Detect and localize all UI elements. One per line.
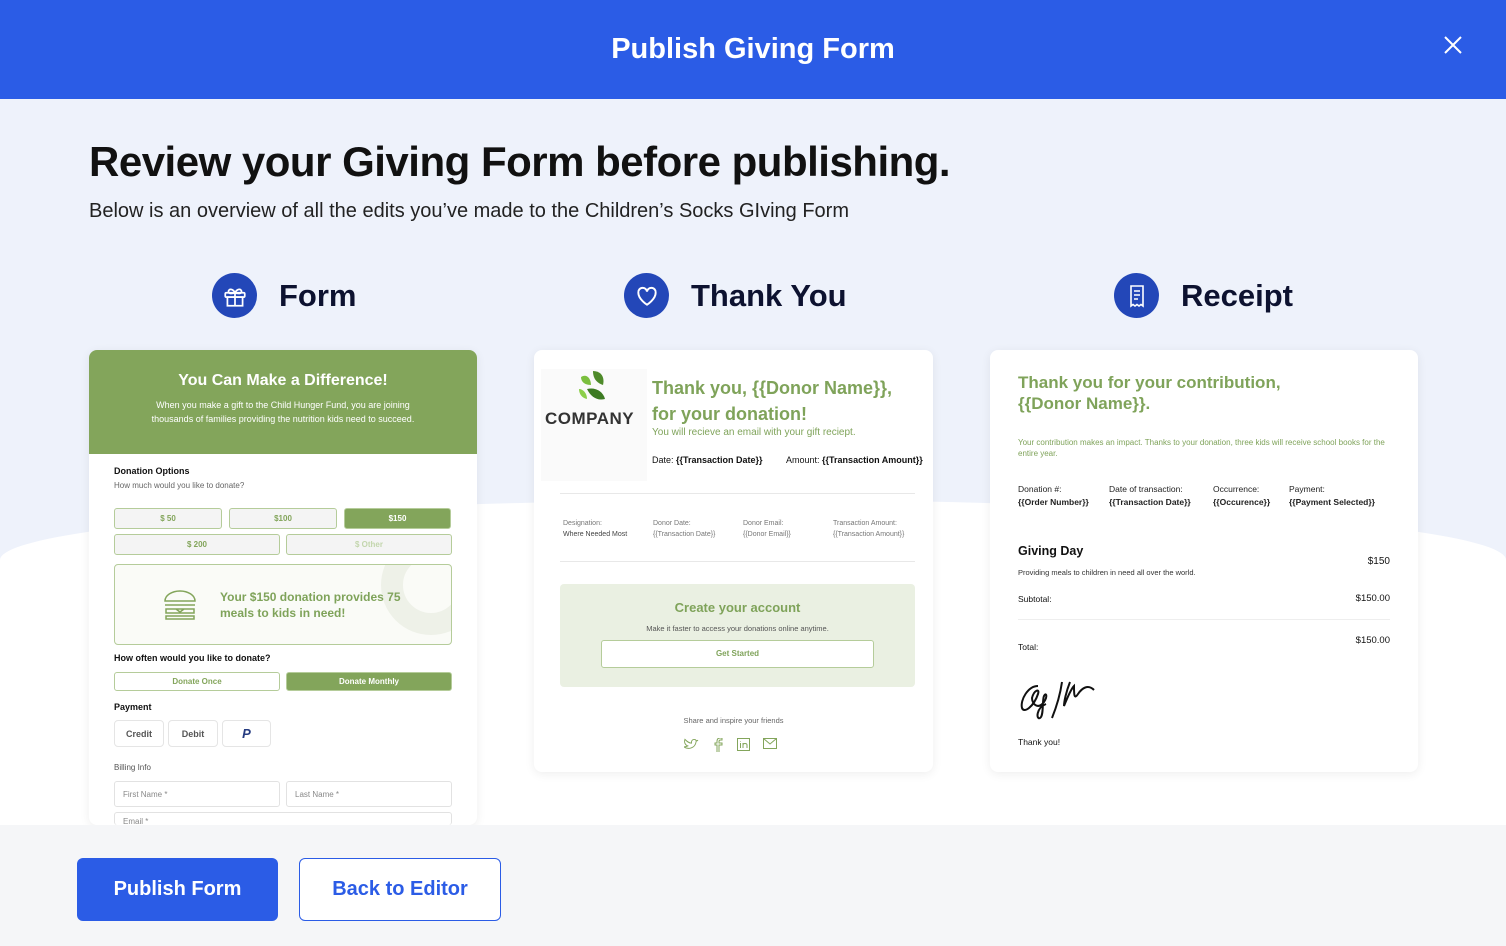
twitter-icon[interactable] xyxy=(684,738,699,752)
section-label: Receipt xyxy=(1181,277,1293,313)
form-preview-card: You Can Make a Difference! When you make… xyxy=(89,350,477,825)
close-icon[interactable] xyxy=(1442,34,1464,56)
social-icons xyxy=(684,738,777,752)
form-banner: You Can Make a Difference! When you make… xyxy=(89,350,477,454)
item-title: Giving Day xyxy=(1018,544,1084,558)
section-label: Thank You xyxy=(691,277,847,313)
get-started-button[interactable]: Get Started xyxy=(601,640,874,668)
total-value: $150.00 xyxy=(1355,635,1390,646)
form-intro: thousands of families providing the nutr… xyxy=(151,414,415,424)
receipt-icon xyxy=(1114,273,1159,318)
impact-box: Your $150 donation provides 75 meals to … xyxy=(114,564,452,645)
transaction-date: Date: {{Transaction Date}} xyxy=(652,455,763,465)
linkedin-icon[interactable] xyxy=(737,738,750,751)
receipt-preview-card: Thank you for your contribution, {{Donor … xyxy=(990,350,1418,772)
section-receipt: Receipt xyxy=(1114,273,1293,318)
logo-text: COMPANY xyxy=(545,409,635,428)
back-to-editor-button[interactable]: Back to Editor xyxy=(299,858,501,921)
paypal-button[interactable]: P xyxy=(222,720,271,747)
donation-question: How much would you like to donate? xyxy=(114,481,245,490)
total-label: Total: xyxy=(1018,642,1039,652)
section-label: Form xyxy=(279,277,357,313)
form-intro: When you make a gift to the Child Hunger… xyxy=(156,400,410,410)
page-title: Review your Giving Form before publishin… xyxy=(89,138,951,185)
facebook-icon[interactable] xyxy=(712,738,724,752)
account-title: Create your account xyxy=(674,600,801,615)
modal-header: Publish Giving Form xyxy=(0,0,1506,99)
donate-monthly-button[interactable]: Donate Monthly xyxy=(286,672,452,691)
heart-icon xyxy=(624,273,669,318)
amount-200[interactable]: $ 200 xyxy=(114,534,280,555)
section-thank-you: Thank You xyxy=(624,273,847,318)
burger-icon xyxy=(164,590,196,620)
debit-button[interactable]: Debit xyxy=(168,720,218,747)
amount-100[interactable]: $100 xyxy=(229,508,337,529)
publish-form-button[interactable]: Publish Form xyxy=(77,858,278,921)
form-headline: You Can Make a Difference! xyxy=(178,372,388,389)
frequency-question: How often would you like to donate? xyxy=(114,653,271,663)
first-name-input[interactable]: First Name * xyxy=(114,781,280,807)
impact-text: Your $150 donation provides 75 meals to … xyxy=(220,590,401,620)
email-input[interactable]: Email * xyxy=(114,812,452,825)
modal-title: Publish Giving Form xyxy=(611,33,895,65)
receipt-fields: Donation #: {{Order Number}} Date of tran… xyxy=(1018,484,1375,507)
account-text: Make it faster to access your donations … xyxy=(646,624,829,633)
create-account-box: Create your account Make it faster to ac… xyxy=(560,584,915,687)
mail-icon[interactable] xyxy=(763,738,777,750)
company-logo: COMPANY xyxy=(541,369,647,481)
item-description: Providing meals to children in need all … xyxy=(1018,568,1196,577)
thank-you-headline: Thank you, {{Donor Name}}, for your donat… xyxy=(652,378,893,424)
receipt-impact: Your contribution makes an impact. Thank… xyxy=(1018,438,1385,458)
payment-title: Payment xyxy=(114,702,152,712)
closing-text: Thank you! xyxy=(1018,737,1061,747)
billing-title: Billing Info xyxy=(114,763,151,772)
section-form: Form xyxy=(212,273,357,318)
leaf-logo-icon xyxy=(579,371,605,400)
item-amount: $150 xyxy=(1367,556,1390,567)
paypal-icon: P xyxy=(242,726,251,741)
donation-details: Designation: Where Needed Most Donor Date… xyxy=(563,520,905,538)
receipt-headline: Thank you for your contribution, {{Donor … xyxy=(1018,373,1281,413)
subtotal-label: Subtotal: xyxy=(1018,594,1052,604)
subtotal-value: $150.00 xyxy=(1355,593,1390,604)
credit-button[interactable]: Credit xyxy=(114,720,164,747)
share-text: Share and inspire your friends xyxy=(683,716,784,725)
donate-once-button[interactable]: Donate Once xyxy=(114,672,280,691)
email-note: You will recieve an email with your gift… xyxy=(652,427,856,438)
signature-image xyxy=(1020,681,1095,720)
page-subtitle: Below is an overview of all the edits yo… xyxy=(89,200,849,222)
last-name-input[interactable]: Last Name * xyxy=(286,781,452,807)
gift-icon xyxy=(212,273,257,318)
transaction-amount: Amount: {{Transaction Amount}} xyxy=(786,455,923,465)
amount-other[interactable]: $ Other xyxy=(286,534,452,555)
donation-options-title: Donation Options xyxy=(114,466,190,476)
amount-50[interactable]: $ 50 xyxy=(114,508,222,529)
amount-150[interactable]: $150 xyxy=(344,508,451,529)
thank-you-preview-card: COMPANY Thank you, {{Donor Name}}, for yo… xyxy=(534,350,933,772)
